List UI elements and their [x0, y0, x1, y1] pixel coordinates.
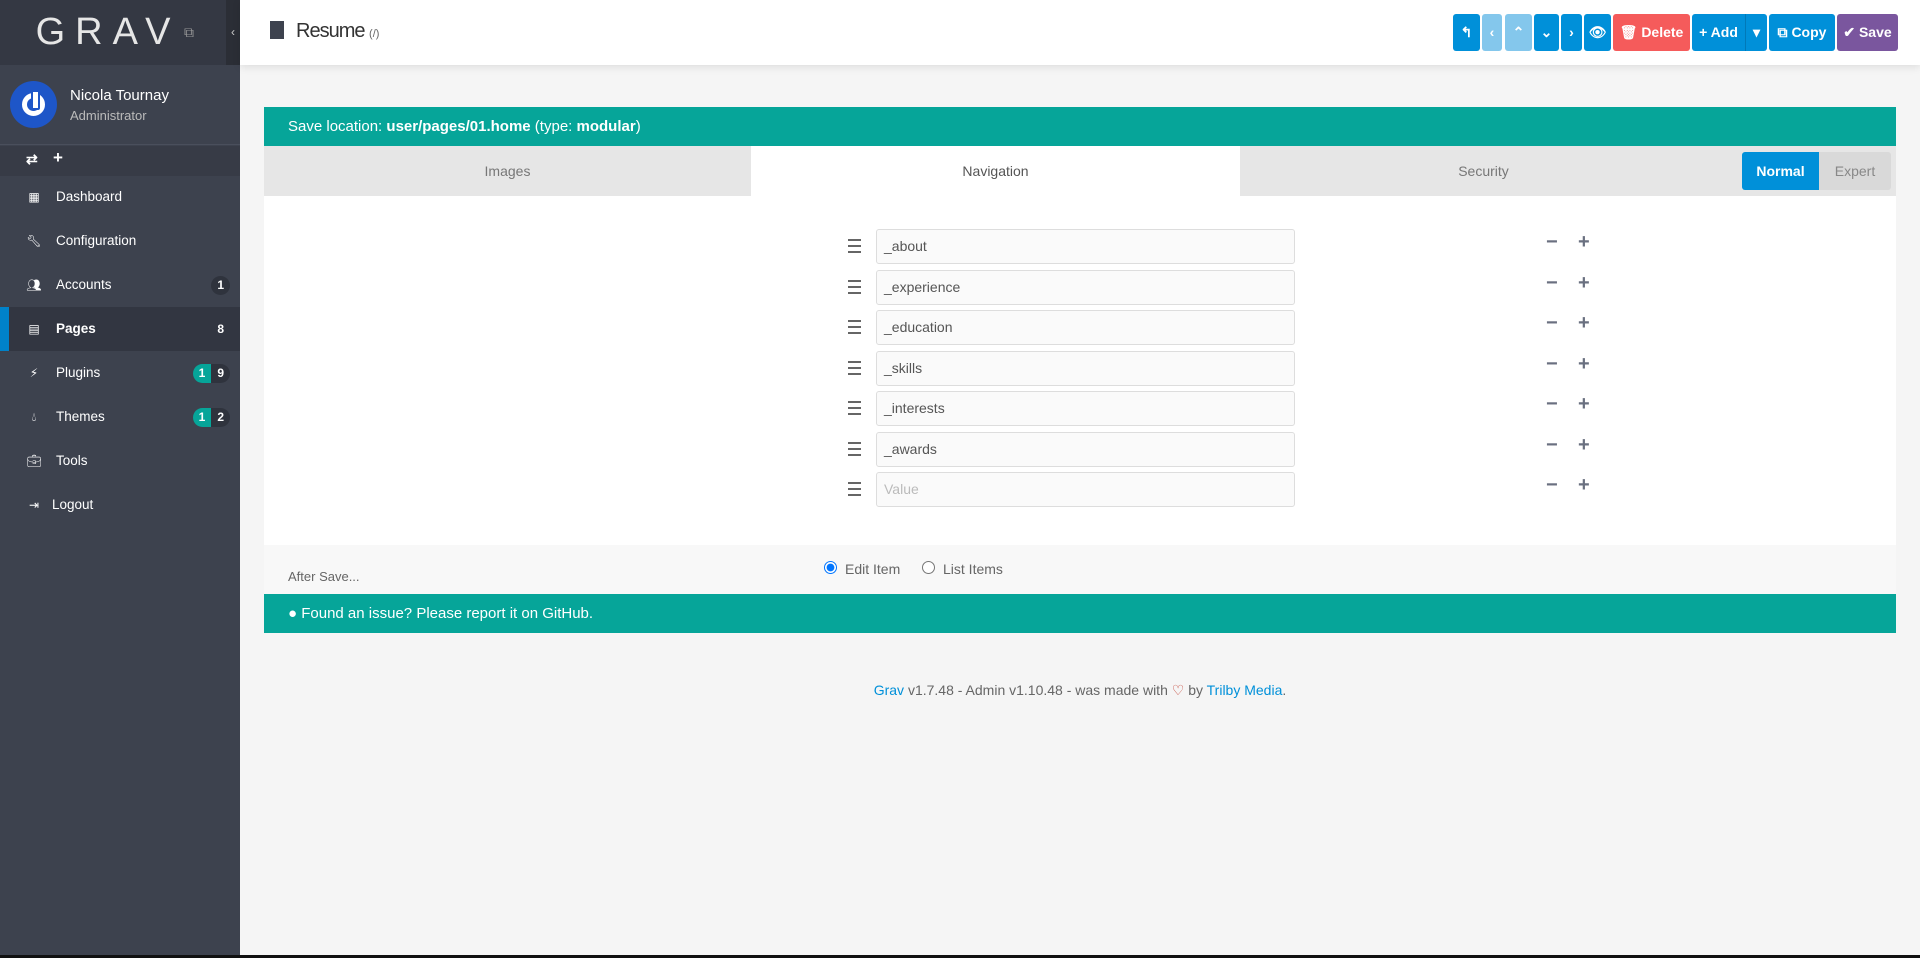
drag-handle-icon[interactable]: [848, 320, 861, 334]
drag-handle-icon[interactable]: [848, 239, 861, 253]
collapse-sidebar-button[interactable]: ‹: [226, 0, 240, 65]
add-item-icon[interactable]: +: [1578, 434, 1590, 457]
sidebar-item-logout[interactable]: ⇥ Logout: [0, 483, 240, 527]
copy-button[interactable]: ⧉ Copy: [1769, 14, 1835, 51]
users-icon: 👥︎: [26, 278, 42, 292]
wrench-icon: 🔧︎: [26, 234, 42, 248]
sidebar-item-pages[interactable]: ▤ Pages 8: [0, 307, 240, 351]
radio-edit-item[interactable]: Edit Item: [824, 561, 900, 577]
remove-item-icon[interactable]: −: [1546, 231, 1558, 254]
tab-images[interactable]: Images: [264, 146, 751, 196]
delete-button[interactable]: 🗑︎ Delete: [1613, 14, 1690, 51]
tint-icon: 💧︎: [31, 410, 37, 424]
plugins-badge: 19: [192, 364, 230, 383]
radio-list-items[interactable]: List Items: [922, 561, 1003, 577]
sign-out-icon: ⇥: [28, 498, 40, 512]
list-item: _skills − +: [838, 350, 1618, 386]
drag-handle-icon[interactable]: [848, 401, 861, 415]
sidebar-item-themes[interactable]: 💧︎ Themes 1 2: [0, 395, 240, 439]
sidebar: GRAV ⧉ ‹ Nicola Tournay Administrator ⇄ …: [0, 0, 240, 958]
sidebar-item-accounts[interactable]: 👥︎ Accounts 1: [0, 263, 240, 307]
save-location-bar: Save location: user/pages/01.home (type:…: [264, 107, 1896, 146]
list-item-input[interactable]: _awards: [876, 431, 1295, 467]
quick-actions: ⇄ +: [0, 146, 240, 176]
add-button[interactable]: + Add: [1692, 14, 1745, 51]
briefcase-icon: 💼︎: [26, 454, 42, 468]
add-item-icon[interactable]: +: [1578, 353, 1590, 376]
list-item: Value − +: [838, 472, 1618, 507]
tab-navigation[interactable]: Navigation: [751, 146, 1240, 196]
list-item: _awards − +: [838, 431, 1618, 467]
plug-icon: ⚡︎: [29, 366, 39, 380]
remove-item-icon[interactable]: −: [1546, 272, 1558, 295]
move-down-button[interactable]: ⌄: [1534, 14, 1559, 51]
remove-item-icon[interactable]: −: [1546, 474, 1558, 497]
trilby-media-link[interactable]: Trilby Media: [1207, 682, 1283, 698]
file-icon: ▤: [28, 322, 40, 336]
add-item-icon[interactable]: +: [1578, 393, 1590, 416]
sidebar-item-plugins[interactable]: ⚡︎ Plugins 1 9: [0, 351, 240, 395]
trash-icon: 🗑︎: [1619, 24, 1638, 40]
list-item-input[interactable]: _about: [876, 229, 1295, 264]
list-item-input[interactable]: _education: [876, 310, 1295, 345]
drag-handle-icon[interactable]: [848, 482, 861, 496]
copy-icon: ⧉: [1777, 24, 1788, 40]
remove-item-icon[interactable]: −: [1546, 312, 1558, 335]
drag-handle-icon[interactable]: [848, 360, 861, 375]
tab-security[interactable]: Security: [1240, 146, 1727, 196]
after-save-label: After Save...: [288, 569, 360, 584]
avatar: [10, 81, 57, 128]
user-role: Administrator: [70, 108, 147, 123]
list-item: _interests − +: [838, 391, 1618, 426]
heart-icon: ♡: [1171, 682, 1185, 698]
add-item-icon[interactable]: +: [1578, 231, 1590, 254]
list-item: _about − +: [838, 229, 1618, 264]
page-title: Resume (/): [270, 20, 379, 43]
previous-page-button[interactable]: ‹: [1482, 14, 1502, 51]
drag-handle-icon[interactable]: [848, 279, 861, 294]
after-save-row: After Save... Edit Item List Items: [264, 545, 1896, 594]
tab-bar: Images Navigation Security Normal Expert: [264, 146, 1896, 196]
list-item: _experience − +: [838, 269, 1618, 305]
grav-link[interactable]: Grav: [874, 682, 904, 698]
grid-icon: ▦: [28, 190, 40, 204]
sidebar-item-tools[interactable]: 💼︎ Tools: [0, 439, 240, 483]
sidebar-item-configuration[interactable]: 🔧︎ Configuration: [0, 219, 240, 263]
add-item-icon[interactable]: +: [1578, 312, 1590, 335]
add-dropdown-button[interactable]: ▾: [1745, 14, 1767, 51]
mode-normal-button[interactable]: Normal: [1742, 152, 1819, 190]
add-item-icon[interactable]: +: [1578, 272, 1590, 295]
navigation-list: _about − + _experience − + _education − + _ski…: [264, 196, 1896, 545]
list-item-input[interactable]: _experience: [876, 269, 1295, 305]
next-page-button[interactable]: ›: [1561, 14, 1582, 51]
move-up-button[interactable]: ⌃: [1505, 14, 1532, 51]
eye-icon: 👁︎: [1588, 24, 1607, 40]
accounts-badge: 1: [211, 276, 230, 295]
remove-item-icon[interactable]: −: [1546, 434, 1558, 457]
back-button[interactable]: ↰: [1453, 14, 1480, 51]
sidebar-item-dashboard[interactable]: ▦ Dashboard: [0, 175, 240, 219]
mode-expert-button[interactable]: Expert: [1819, 152, 1891, 190]
pages-badge: 8: [217, 322, 224, 336]
credits: Grav v1.7.48 - Admin v1.10.48 - was made…: [873, 682, 1287, 698]
list-item-input[interactable]: _interests: [876, 391, 1295, 426]
preview-button[interactable]: 👁︎: [1584, 14, 1611, 51]
report-issue-bar[interactable]: ● Found an issue? Please report it on Gi…: [264, 594, 1896, 633]
external-link-icon[interactable]: ⧉: [184, 24, 194, 41]
list-item: _education − +: [838, 310, 1618, 345]
plus-icon[interactable]: +: [53, 148, 63, 168]
save-button[interactable]: ✔ Save: [1837, 14, 1898, 51]
themes-badge: 12: [192, 408, 230, 427]
github-icon: ●: [288, 605, 298, 622]
remove-item-icon[interactable]: −: [1546, 393, 1558, 416]
retweet-icon[interactable]: ⇄: [26, 151, 38, 168]
new-item-input[interactable]: Value: [876, 472, 1295, 507]
file-icon: [270, 21, 284, 39]
user-profile[interactable]: Nicola Tournay Administrator: [0, 65, 240, 145]
list-item-input[interactable]: _skills: [876, 350, 1295, 386]
add-item-icon[interactable]: +: [1578, 474, 1590, 497]
remove-item-icon[interactable]: −: [1546, 353, 1558, 376]
drag-handle-icon[interactable]: [848, 441, 861, 456]
user-name: Nicola Tournay: [70, 87, 169, 104]
